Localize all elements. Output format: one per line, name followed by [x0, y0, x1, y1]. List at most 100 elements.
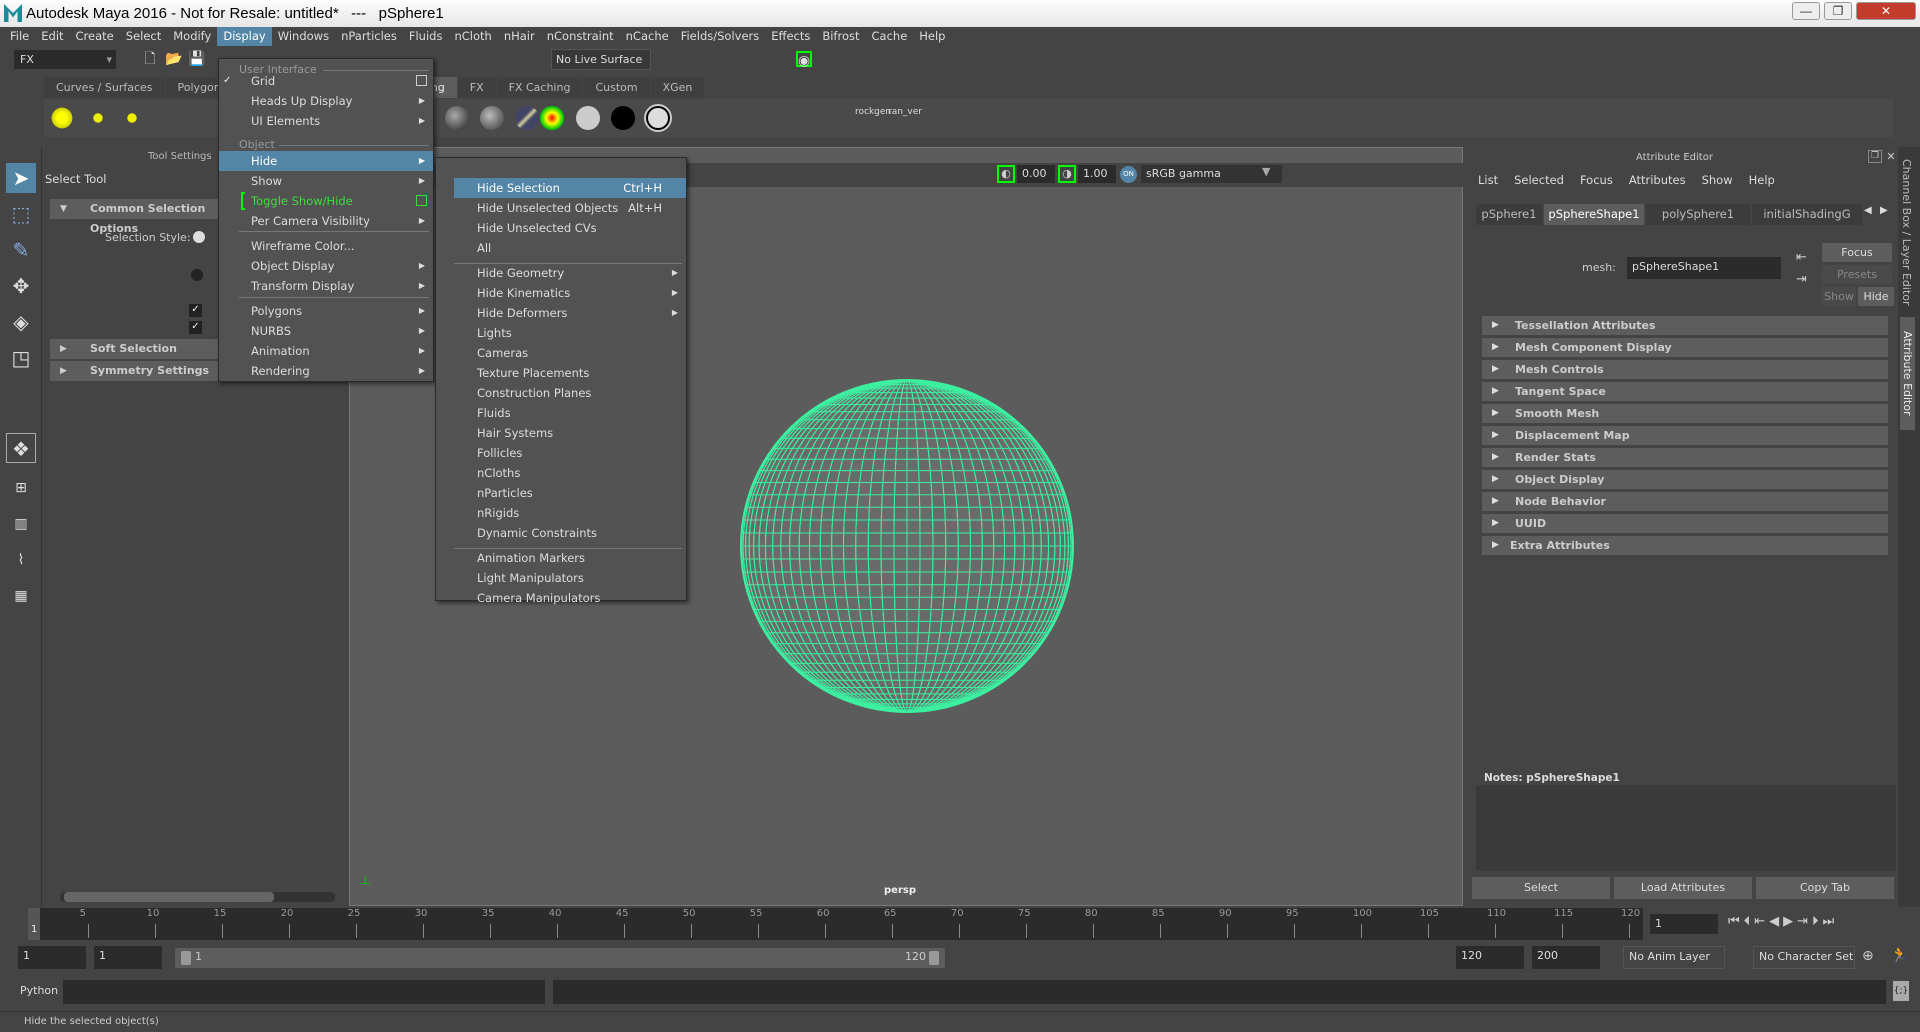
lambert-shader-icon[interactable] — [576, 106, 600, 130]
light-icon[interactable] — [120, 106, 144, 130]
shelf-tab-curvessurfaces[interactable]: Curves / Surfaces — [44, 77, 165, 98]
light-icon[interactable] — [86, 106, 110, 130]
ramp-shader-icon[interactable] — [540, 106, 564, 130]
menu-item-show[interactable]: Show ▶ — [219, 171, 433, 191]
anisotropic-shader-icon[interactable] — [515, 106, 539, 130]
ae-menu-focus[interactable]: Focus — [1572, 173, 1621, 187]
menu-item-nurbs[interactable]: NURBS ▶ — [219, 321, 433, 341]
menu-edit[interactable]: Edit — [35, 27, 69, 46]
tab-scroll-right-icon[interactable]: ▶ — [1880, 205, 1888, 216]
menu-help[interactable]: Help — [913, 27, 951, 46]
output-connection-icon[interactable]: ⇥ — [1796, 272, 1807, 287]
ae-copy-tab-button[interactable]: Copy Tab — [1756, 877, 1894, 899]
menu-item-hide-selection[interactable]: Hide Selection Ctrl+H — [454, 178, 686, 198]
surface-shader-icon[interactable] — [611, 106, 635, 130]
ae-load-attributes-button[interactable]: Load Attributes — [1614, 877, 1752, 899]
option-checkbox[interactable]: ✓ — [189, 321, 202, 334]
menu-item-transform-display[interactable]: Transform Display ▶ — [219, 276, 433, 296]
frame-symmetry-settings[interactable]: Symmetry Settings — [50, 361, 220, 381]
colorspace-dropdown[interactable]: sRGB gamma — [1141, 165, 1282, 183]
ae-frame[interactable]: Extra Attributes — [1482, 536, 1888, 555]
hypershade-layout-icon[interactable]: ▦ — [6, 581, 36, 611]
new-scene-icon[interactable]: 🗋 — [142, 51, 158, 67]
ae-menu-selected[interactable]: Selected — [1506, 173, 1572, 187]
shelf-tab-fx[interactable]: FX — [457, 77, 496, 98]
input-connection-icon[interactable]: ⇤ — [1796, 250, 1807, 265]
animation-preferences-icon[interactable]: 🏃 — [1890, 946, 1909, 964]
menu-item-hide-geometry[interactable]: Hide Geometry ▶ — [454, 263, 686, 283]
menu-item-camera-manipulators[interactable]: Camera Manipulators — [454, 588, 686, 608]
float-panel-icon[interactable]: ❐ — [1868, 150, 1882, 163]
menu-fluids[interactable]: Fluids — [403, 27, 449, 46]
playback-start-field[interactable]: 1 — [94, 946, 162, 969]
selection-style-radio[interactable] — [191, 269, 203, 281]
rockgen-shelf-button[interactable]: rockgen — [855, 107, 891, 117]
ae-tab[interactable]: pSphere1 — [1476, 204, 1542, 225]
range-start-handle[interactable] — [181, 951, 191, 965]
menu-display[interactable]: Display — [217, 27, 272, 46]
ae-frame[interactable]: Node Behavior — [1482, 492, 1888, 511]
option-checkbox[interactable]: ✓ — [189, 304, 202, 317]
ae-frame[interactable]: Tangent Space — [1482, 382, 1888, 401]
menu-fieldssolvers[interactable]: Fields/Solvers — [675, 27, 766, 46]
menu-ncache[interactable]: nCache — [620, 27, 675, 46]
menu-item-grid[interactable]: ✓ Grid — [219, 71, 433, 91]
open-scene-icon[interactable]: 📂 — [165, 51, 182, 67]
menu-item-ui-elements[interactable]: UI Elements ▶ — [219, 111, 433, 131]
menu-item-fluids[interactable]: Fluids — [454, 403, 686, 423]
menu-item-rendering[interactable]: Rendering ▶ — [219, 361, 433, 381]
range-slider[interactable]: 1 120 — [175, 948, 945, 968]
four-view-layout-icon[interactable]: ⊞ — [6, 473, 36, 503]
menu-item-per-camera-visibility[interactable]: Per Camera Visibility ▶ — [219, 211, 433, 231]
menu-item-animation[interactable]: Animation ▶ — [219, 341, 433, 361]
menu-item-all[interactable]: All — [454, 238, 686, 258]
tab-attribute-editor[interactable]: Attribute Editor — [1900, 317, 1915, 430]
option-box-icon[interactable] — [416, 195, 427, 206]
menu-item-construction-planes[interactable]: Construction Planes — [454, 383, 686, 403]
menu-nconstraint[interactable]: nConstraint — [541, 27, 620, 46]
playback-end-field[interactable]: 120 — [1456, 946, 1524, 969]
ae-frame[interactable]: Mesh Component Display — [1482, 338, 1888, 357]
ae-menu-list[interactable]: List — [1470, 173, 1506, 187]
menu-windows[interactable]: Windows — [272, 27, 335, 46]
menu-item-hair-systems[interactable]: Hair Systems — [454, 423, 686, 443]
menu-nparticles[interactable]: nParticles — [335, 27, 403, 46]
scale-tool-icon[interactable]: ◳ — [6, 343, 36, 373]
menu-item-lights[interactable]: Lights — [454, 323, 686, 343]
menu-cache[interactable]: Cache — [866, 27, 914, 46]
ae-menu-attributes[interactable]: Attributes — [1621, 173, 1694, 187]
use-background-shader-icon[interactable] — [644, 104, 672, 132]
script-editor-icon[interactable]: {;} — [1893, 981, 1909, 1001]
save-scene-icon[interactable]: 💾 — [188, 51, 205, 67]
ae-frame[interactable]: Render Stats — [1482, 448, 1888, 467]
paint-select-tool-icon[interactable]: ✎ — [6, 235, 36, 265]
light-icon[interactable] — [50, 106, 74, 130]
ae-frame[interactable]: Smooth Mesh — [1482, 404, 1888, 423]
ae-frame[interactable]: UUID — [1482, 514, 1888, 533]
current-frame-field[interactable]: 1 — [1650, 914, 1718, 934]
menu-select[interactable]: Select — [120, 27, 167, 46]
ae-tab[interactable]: initialShadingG — [1752, 204, 1862, 225]
menu-item-ncloths[interactable]: nCloths — [454, 463, 686, 483]
menu-ncloth[interactable]: nCloth — [448, 27, 497, 46]
menu-item-toggle-show-hide[interactable]: Toggle Show/Hide — [219, 191, 433, 211]
minimize-button[interactable]: — — [1792, 2, 1820, 20]
lasso-tool-icon[interactable]: ⬚ — [6, 199, 36, 229]
focus-button[interactable]: Focus — [1822, 243, 1892, 262]
selection-style-radio[interactable] — [193, 231, 205, 243]
menu-item-object-display[interactable]: Object Display ▶ — [219, 256, 433, 276]
shelf-tab-fxcaching[interactable]: FX Caching — [496, 77, 583, 98]
menu-item-light-manipulators[interactable]: Light Manipulators — [454, 568, 686, 588]
menu-item-polygons[interactable]: Polygons ▶ — [219, 301, 433, 321]
close-panel-icon[interactable]: ✕ — [1884, 150, 1898, 163]
tool-settings-scrollbar[interactable] — [60, 892, 335, 902]
menu-file[interactable]: File — [4, 27, 35, 46]
blinn-shader-icon[interactable] — [445, 106, 469, 130]
gamma-icon[interactable]: ◑ — [1058, 165, 1076, 183]
frame-common-selection-options[interactable]: Common Selection Options — [50, 199, 220, 235]
color-management-toggle[interactable]: ON — [1120, 166, 1137, 183]
exposure-field[interactable]: 0.00 — [1017, 165, 1055, 183]
graph-layout-icon[interactable]: ⌇ — [6, 545, 36, 575]
gamma-field[interactable]: 1.00 — [1078, 165, 1116, 183]
close-button[interactable]: ✕ — [1856, 2, 1916, 20]
